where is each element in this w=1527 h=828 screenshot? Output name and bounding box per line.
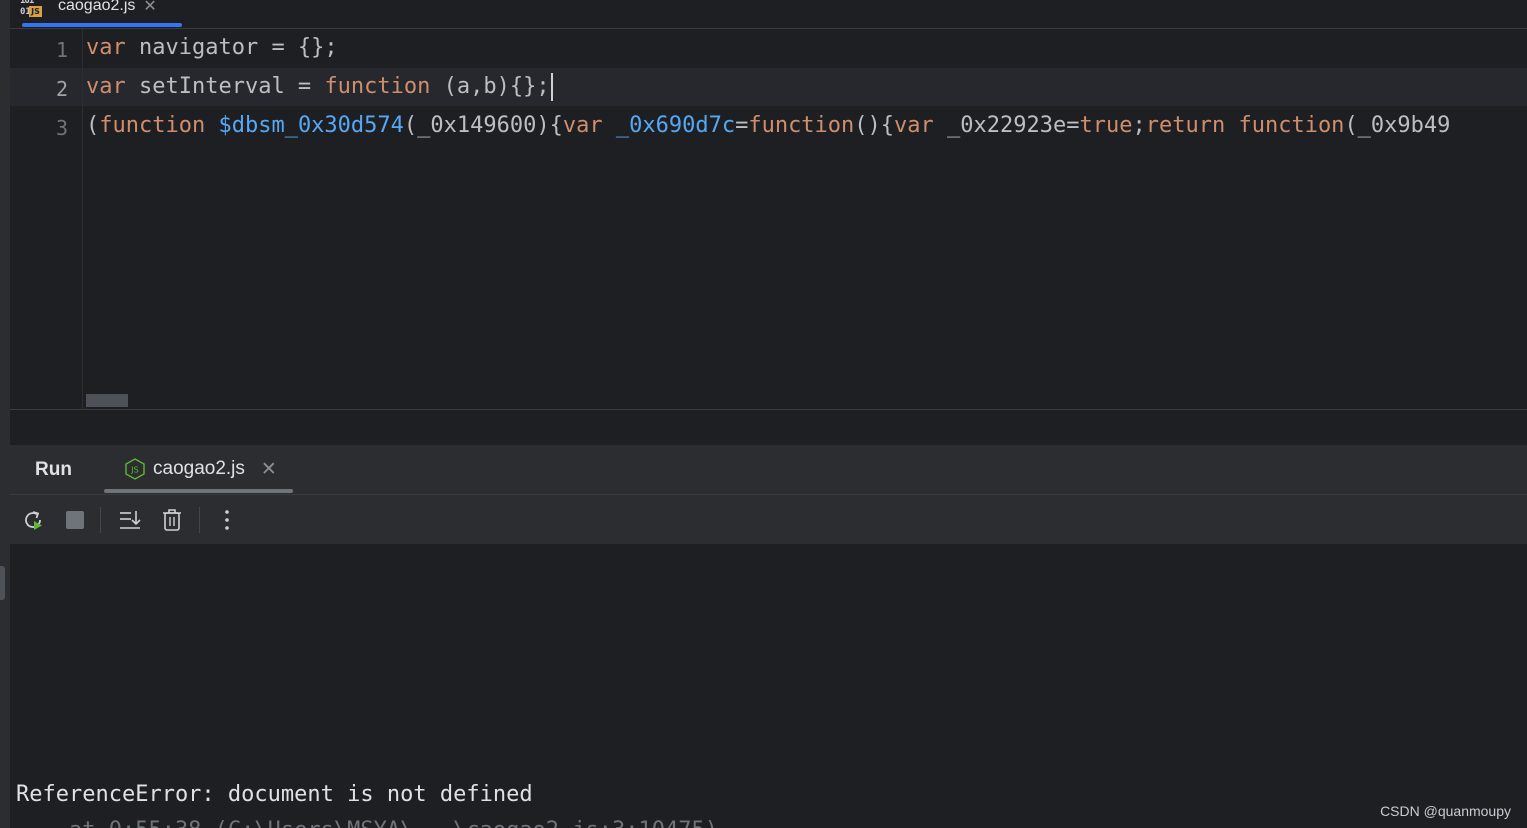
line-number: 3	[55, 116, 69, 140]
code-token: =	[735, 113, 749, 138]
watermark: CSDN @quanmoupy	[1380, 803, 1511, 819]
code-token: (a,b){};	[430, 74, 550, 99]
active-run-tab-indicator	[104, 489, 293, 493]
code-token: return	[1145, 113, 1226, 138]
toolbar-separator	[199, 507, 200, 533]
left-tool-strip	[0, 0, 10, 828]
code-token: navigator = {};	[125, 35, 338, 60]
code-line: var navigator = {};	[86, 29, 338, 67]
more-icon[interactable]	[214, 507, 240, 533]
code-token: function	[748, 113, 855, 138]
code-token: _0x690d7c	[615, 113, 736, 138]
code-token: setInterval =	[125, 74, 325, 99]
code-token: $dbsm_0x30d574	[218, 113, 404, 138]
code-token: var	[86, 74, 126, 99]
code-editor[interactable]: 1 2 3 var navigator = {}; var setInterva…	[10, 29, 1527, 409]
console-trace-line: at 0:55:38 (C:\Users\MSYA\...\caogao2.js…	[16, 818, 718, 828]
code-line: var setInterval = function (a,b){};	[86, 68, 553, 106]
code-token: _0x22923e=	[933, 113, 1080, 138]
editor-footer-space	[10, 410, 1527, 445]
code-token: (){	[854, 113, 895, 138]
console-error-line: ReferenceError: document is not defined	[16, 782, 533, 807]
horizontal-scrollbar-thumb[interactable]	[86, 394, 128, 407]
code-token: (_0x9b49	[1344, 113, 1451, 138]
run-toolbar	[10, 495, 1527, 544]
code-token: function	[99, 113, 206, 138]
stop-icon[interactable]	[62, 507, 88, 533]
editor-tab-bar: 101 01 JS caogao2.js ✕	[10, 0, 1527, 29]
code-token: var	[562, 113, 603, 138]
code-token: var	[86, 35, 126, 60]
line-number: 1	[55, 38, 69, 62]
active-tab-indicator	[22, 23, 182, 27]
gutter-divider	[82, 29, 83, 409]
console-output[interactable]: ReferenceError: document is not defined …	[10, 544, 1527, 828]
code-token: (	[86, 113, 100, 138]
code-token: (_0x149600){	[403, 113, 563, 138]
line-number-gutter: 1 2 3	[10, 29, 82, 409]
code-token: true	[1079, 113, 1133, 138]
line-number: 2	[55, 77, 69, 101]
trash-icon[interactable]	[159, 507, 185, 533]
text-caret	[550, 73, 553, 101]
code-token: var	[894, 113, 934, 138]
rerun-icon[interactable]	[20, 507, 46, 533]
close-icon[interactable]: ✕	[143, 0, 156, 15]
run-header: Run JS caogao2.js ✕	[10, 445, 1527, 495]
code-token: ;	[1132, 113, 1146, 138]
code-line: (function $dbsm_0x30d574(_0x149600){var …	[86, 107, 1450, 145]
scroll-to-end-icon[interactable]	[117, 507, 143, 533]
nodejs-icon: JS	[124, 458, 146, 480]
run-tab-label: caogao2.js	[153, 458, 245, 479]
editor-tab-label: caogao2.js	[58, 0, 136, 14]
svg-text:JS: JS	[130, 466, 138, 475]
code-token: function	[1238, 113, 1345, 138]
toolbar-separator	[100, 507, 101, 533]
run-tool-window: Run JS caogao2.js ✕ ReferenceError: docu…	[10, 445, 1527, 828]
js-file-icon: 101 01 JS	[20, 0, 42, 18]
run-title: Run	[35, 459, 72, 480]
close-icon[interactable]: ✕	[261, 458, 277, 480]
panel-resize-handle[interactable]	[0, 566, 5, 600]
code-token: function	[324, 74, 431, 99]
run-tab-caogao2[interactable]: JS caogao2.js ✕	[124, 458, 277, 480]
